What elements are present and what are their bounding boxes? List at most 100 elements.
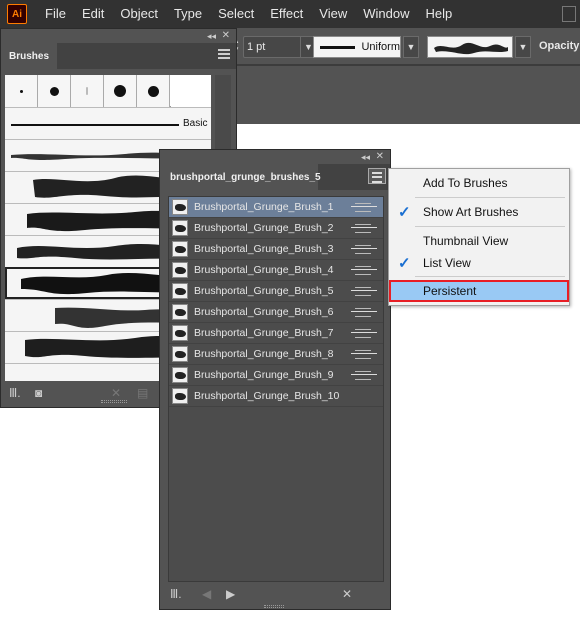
basic-label: Basic	[183, 118, 208, 129]
menu-select[interactable]: Select	[210, 0, 262, 28]
brush-thumbnail-icon	[172, 199, 188, 215]
collapse-icon[interactable]: ◂◂	[361, 152, 370, 163]
menu-item-persistent[interactable]: Persistent	[389, 280, 569, 302]
previous-library-icon[interactable]: ◀	[202, 587, 211, 601]
brush-thumbnail-icon	[172, 367, 188, 383]
dot-icon	[147, 85, 159, 97]
calligraphic-brushes-row	[5, 75, 171, 107]
brush-name: Brushportal_Grunge_Brush_2	[194, 222, 334, 234]
menu-item-thumbnail-view[interactable]: Thumbnail View	[389, 230, 569, 252]
brush-thumbnail-icon	[172, 283, 188, 299]
profile-line-preview	[320, 45, 356, 49]
art-brush-icon	[351, 223, 377, 233]
brush-name: Brushportal_Grunge_Brush_7	[194, 327, 334, 339]
brush-thumbnail-icon	[172, 241, 188, 257]
menu-item-show-art-brushes[interactable]: ✓ Show Art Brushes	[389, 201, 569, 223]
variable-width-profile[interactable]: Uniform	[313, 36, 401, 58]
brush-definition-preview[interactable]	[427, 36, 513, 58]
chevron-down-icon[interactable]: ▼	[515, 36, 531, 58]
panel-menu-icon[interactable]	[218, 49, 230, 59]
list-item[interactable]: Brushportal_Grunge_Brush_6	[169, 302, 383, 323]
list-item[interactable]: Brushportal_Grunge_Brush_9	[169, 365, 383, 386]
menu-file[interactable]: File	[37, 0, 74, 28]
delete-icon[interactable]: ▤	[137, 386, 148, 400]
canvas-background	[228, 64, 580, 124]
tab-library[interactable]: brushportal_grunge_brushes_5	[160, 164, 321, 190]
brush-libraries-icon[interactable]: Ⅲ.	[9, 386, 21, 400]
brush-swatch[interactable]	[38, 75, 71, 107]
workspace-switcher-icon[interactable]	[562, 6, 576, 22]
stroke-weight-field[interactable]: 1 pt ▼	[243, 36, 317, 58]
brush-name: Brushportal_Grunge_Brush_6	[194, 306, 334, 318]
checkmark-icon: ✓	[398, 255, 411, 272]
close-icon[interactable]: ✕	[376, 151, 384, 162]
list-item[interactable]: Brushportal_Grunge_Brush_2	[169, 218, 383, 239]
art-brush-icon	[351, 244, 377, 254]
menu-help[interactable]: Help	[417, 0, 460, 28]
menu-separator	[415, 197, 565, 198]
brush-thumbnail-icon	[172, 346, 188, 362]
remove-stroke-icon[interactable]: ✕	[111, 386, 121, 400]
library-footer: Ⅲ. ◀ ▶ ✕	[160, 584, 390, 606]
resize-grip[interactable]	[264, 605, 284, 608]
menu-object[interactable]: Object	[112, 0, 166, 28]
dot-icon	[86, 87, 88, 95]
art-brush-icon	[351, 370, 377, 380]
close-icon[interactable]: ✕	[222, 30, 230, 41]
brush-name: Brushportal_Grunge_Brush_1	[194, 201, 334, 213]
menu-type[interactable]: Type	[166, 0, 210, 28]
menu-edit[interactable]: Edit	[74, 0, 112, 28]
menu-effect[interactable]: Effect	[262, 0, 311, 28]
list-item[interactable]: Brushportal_Grunge_Brush_10	[169, 386, 383, 407]
brush-swatch[interactable]	[71, 75, 104, 107]
opacity-label: Opacity:	[539, 40, 580, 52]
brush-swatch[interactable]	[104, 75, 137, 107]
menu-separator	[415, 276, 565, 277]
list-item[interactable]: Brushportal_Grunge_Brush_5	[169, 281, 383, 302]
menu-item-list-view[interactable]: ✓ List View	[389, 252, 569, 274]
collapse-icon[interactable]: ◂◂	[207, 31, 216, 42]
brush-libraries-icon[interactable]: Ⅲ.	[170, 587, 182, 601]
brushes-tab-row: Brushes	[1, 43, 236, 69]
art-brush-icon	[351, 202, 377, 212]
menu-separator	[415, 226, 565, 227]
art-brush-icon	[351, 349, 377, 359]
panel-menu-icon[interactable]	[368, 168, 386, 184]
stroke-weight-value: 1 pt	[247, 41, 266, 53]
art-brush-icon	[351, 307, 377, 317]
list-item[interactable]: Brushportal_Grunge_Brush_1	[169, 197, 383, 218]
next-library-icon[interactable]: ▶	[226, 587, 235, 601]
brush-name: Brushportal_Grunge_Brush_3	[194, 243, 334, 255]
brush-name: Brushportal_Grunge_Brush_5	[194, 285, 334, 297]
profile-label: Uniform	[361, 41, 400, 53]
dot-icon	[19, 89, 23, 93]
list-item[interactable]: Brushportal_Grunge_Brush_4	[169, 260, 383, 281]
art-brush-icon	[351, 265, 377, 275]
menu-item-label: List View	[423, 256, 471, 270]
menu-view[interactable]: View	[311, 0, 355, 28]
grunge-stroke-preview	[434, 42, 508, 55]
control-bar: ▲▼ 1 pt ▼ Uniform ▼ ▼ Opacity:	[228, 28, 580, 64]
list-item[interactable]: Brushportal_Grunge_Brush_7	[169, 323, 383, 344]
list-item[interactable]: Brushportal_Grunge_Brush_3	[169, 239, 383, 260]
resize-grip[interactable]	[101, 400, 127, 403]
list-item[interactable]: Brushportal_Grunge_Brush_8	[169, 344, 383, 365]
brush-thumbnail-icon	[172, 262, 188, 278]
library-panel-icon[interactable]: ◙	[35, 386, 42, 400]
menu-item-label: Show Art Brushes	[423, 205, 519, 219]
brush-thumbnail-icon	[172, 325, 188, 341]
menu-item-add-to-brushes[interactable]: Add To Brushes	[389, 172, 569, 194]
library-tab-row: brushportal_grunge_brushes_5	[160, 164, 390, 190]
library-panel-context-menu: Add To Brushes ✓ Show Art Brushes Thumbn…	[388, 168, 570, 306]
brush-swatch[interactable]	[137, 75, 170, 107]
brush-row-basic[interactable]: Basic	[5, 107, 211, 139]
chevron-down-icon[interactable]: ▼	[403, 36, 419, 58]
divider	[228, 64, 580, 66]
remove-stroke-icon[interactable]: ✕	[342, 587, 352, 601]
menu-window[interactable]: Window	[355, 0, 417, 28]
checkmark-icon: ✓	[398, 204, 411, 221]
tab-brushes[interactable]: Brushes	[1, 43, 57, 69]
brush-name: Brushportal_Grunge_Brush_8	[194, 348, 334, 360]
brush-swatch[interactable]	[5, 75, 38, 107]
illustrator-window: Ai File Edit Object Type Select Effect V…	[0, 0, 580, 639]
